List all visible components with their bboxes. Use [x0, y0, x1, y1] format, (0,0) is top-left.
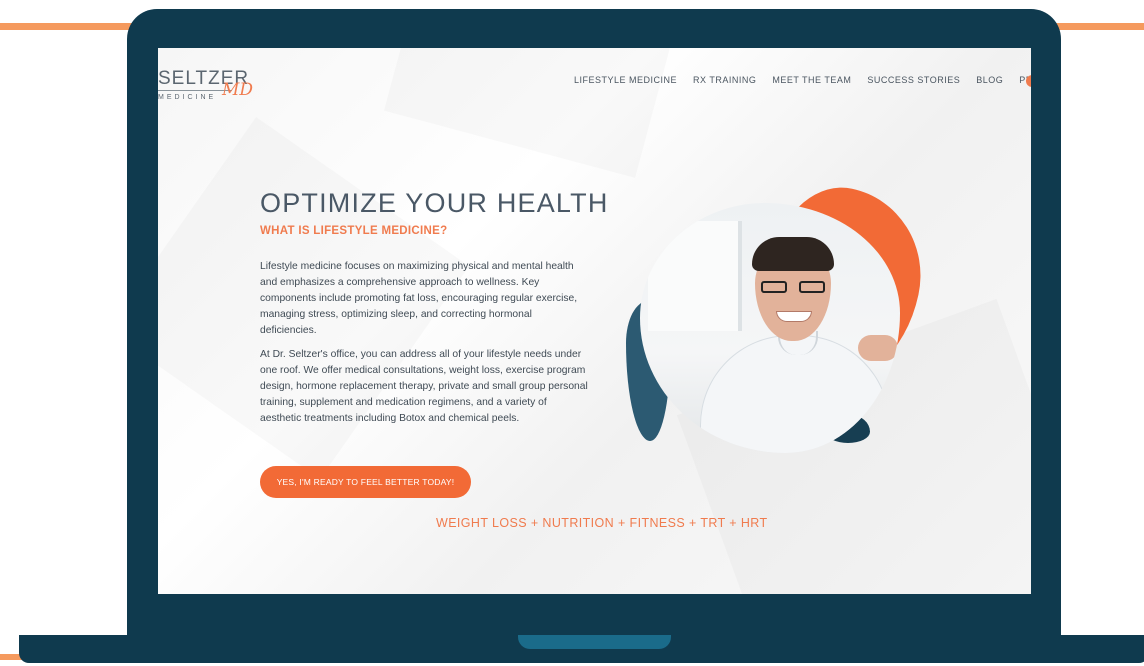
doctor-photo: [640, 203, 900, 453]
logo-rule: [158, 90, 232, 91]
nav-item-success-stories[interactable]: SUCCESS STORIES: [867, 75, 960, 85]
doctor-photo-block: [618, 175, 938, 483]
nav-item-lifestyle-medicine[interactable]: LIFESTYLE MEDICINE: [574, 75, 677, 85]
hero-paragraph-2: At Dr. Seltzer's office, you can address…: [260, 349, 588, 424]
decorative-accent-line-right: [1052, 23, 1144, 30]
site-logo[interactable]: SELTZER MEDICINE MD: [158, 68, 258, 108]
doctor-smile: [776, 311, 812, 322]
cta-button[interactable]: YES, I'M READY TO FEEL BETTER TODAY!: [260, 466, 471, 498]
nav-item-blog[interactable]: BLOG: [976, 75, 1003, 85]
hero-paragraph-1: Lifestyle medicine focuses on maximizing…: [260, 261, 578, 336]
laptop-base-notch: [518, 635, 671, 649]
doctor-hair: [752, 237, 834, 271]
logo-md-signature: MD: [222, 80, 254, 100]
hero-title: OPTIMIZE YOUR HEALTH: [260, 188, 609, 218]
nav-item-meet-the-team[interactable]: MEET THE TEAM: [772, 75, 851, 85]
nav-item-rx-training[interactable]: RX TRAINING: [693, 75, 756, 85]
hero-subtitle: WHAT IS LIFESTYLE MEDICINE?: [260, 225, 448, 237]
background-facet: [384, 48, 692, 178]
services-tagline: WEIGHT LOSS + NUTRITION + FITNESS + TRT …: [436, 516, 768, 530]
main-navigation: LIFESTYLE MEDICINE RX TRAINING MEET THE …: [574, 75, 1031, 85]
logo-subtitle: MEDICINE: [158, 94, 217, 101]
photo-window-background: [648, 221, 742, 331]
nav-contact-button-edge[interactable]: [1026, 75, 1031, 87]
doctor-hand: [858, 335, 898, 361]
glasses-icon: [761, 281, 825, 293]
website-screen: SELTZER MEDICINE MD LIFESTYLE MEDICINE R…: [158, 48, 1031, 594]
decorative-accent-line-left: [0, 23, 140, 30]
